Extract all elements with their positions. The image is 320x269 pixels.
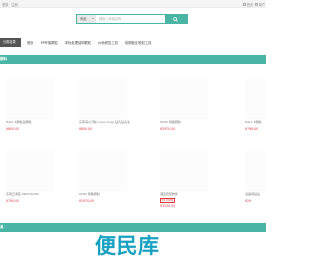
top-bar-left: 登录 注册 [2,2,20,7]
section-title: 颗料 [0,57,7,61]
product-image[interactable] [245,79,266,119]
product-image[interactable] [79,79,127,119]
register-link[interactable]: 注册 [11,3,17,7]
product-price: ¥29 [245,199,252,203]
search-category-select[interactable]: 商品 [77,15,96,23]
nav-link-repair-tools[interactable]: 炒地修复工具 [98,40,118,45]
product-price: ¥798.00 [245,127,259,131]
product-price: ¥790.00 [6,199,20,203]
search-input[interactable] [99,15,165,23]
product-card[interactable]: OHIO 特殊颗粒 ¥2970.00 [160,79,212,131]
top-bar: 登录 注册 首页 用户 [0,0,266,8]
login-link[interactable]: 登录 [2,3,8,7]
product-price: ¥800.00 [6,127,20,131]
search-box: 商品 [76,14,188,24]
search-icon [173,16,178,22]
product-name[interactable]: 设备用钻钻 [245,192,266,196]
site-logo-watermark: 便民库 [95,234,160,258]
product-card[interactable]: 东南云海区 MDCC5200 ¥790.00 [6,151,58,203]
nav-link-nonstandard[interactable]: 非标处理结构颗粒 [65,40,91,45]
product-name[interactable]: HALL 5颗粒 [245,120,266,124]
product-price: ¥2970.00 [160,127,176,131]
product-card[interactable]: 酒店套装物件 ¥3.00/件 ¥3530.00 [160,151,212,208]
section-title: 具 [0,225,4,229]
product-image[interactable] [245,151,266,191]
product-card[interactable]: OHIO 特殊颗粒 ¥2970.00 [79,151,131,203]
nav-link-planning-tools[interactable]: 前期营业规划工具 [125,40,151,45]
main-nav: 分类目录 首页 PP环保颗粒 非标处理结构颗粒 炒地修复工具 前期营业规划工具 [0,38,266,47]
product-image[interactable] [160,151,208,191]
product-image[interactable] [160,79,208,119]
product-card[interactable]: 东南海/(订购) (one rung) 钻孔钻头生 ¥800.00 [79,79,131,131]
product-name[interactable]: 东南海/(订购) (one rung) 钻孔钻头生 [79,120,131,124]
product-name[interactable]: OHIO 特殊颗粒 [79,192,131,196]
product-card[interactable]: HALL 5颗粒钻颗粒 ¥800.00 [6,79,58,131]
top-link-user[interactable]: 用户 [255,2,265,7]
top-bar-right: 首页 用户 [243,2,265,7]
section-header: 颗料 [0,55,266,64]
product-name[interactable]: 酒店套装物件 [160,192,212,196]
product-card[interactable]: HALL 5颗粒 ¥798.00 [245,79,266,131]
product-price: ¥800.00 [79,127,93,131]
product-price: ¥3530.00 [160,203,176,208]
nav-links: 首页 PP环保颗粒 非标处理结构颗粒 炒地修复工具 前期营业规划工具 [27,38,151,47]
nav-link-home[interactable]: 首页 [27,40,34,45]
product-price: ¥2970.00 [79,199,95,203]
chevron-down-icon [92,18,94,20]
product-image[interactable] [6,151,54,191]
product-name[interactable]: OHIO 特殊颗粒 [160,120,212,124]
search-button[interactable] [165,15,187,23]
price-tag: ¥3.00/件 [160,197,175,204]
product-image[interactable] [6,79,54,119]
product-name[interactable]: 东南云海区 MDCC5200 [6,192,58,196]
top-link-home[interactable]: 首页 [243,2,253,7]
product-name[interactable]: HALL 5颗粒钻颗粒 [6,120,58,124]
product-image[interactable] [79,151,127,191]
nav-link-pp[interactable]: PP环保颗粒 [41,40,58,45]
product-card[interactable]: 设备用钻钻 ¥29 [245,151,266,203]
all-categories-button[interactable]: 分类目录 [0,38,21,47]
